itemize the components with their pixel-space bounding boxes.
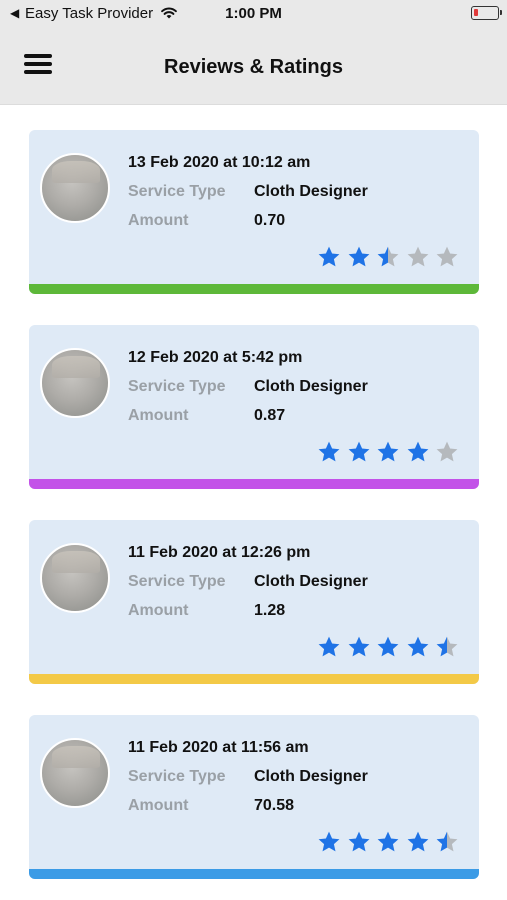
status-bar: ◀ Easy Task Provider 1:00 PM [0,0,507,28]
review-date: 13 Feb 2020 at 10:12 am [128,154,311,171]
star-rating [317,440,467,464]
avatar [40,348,110,418]
star-full-icon [317,635,341,659]
amount-label: Amount [128,797,189,814]
card-color-strip [29,479,479,489]
service-type-label: Service Type [128,183,226,200]
star-full-icon [406,635,430,659]
amount-label: Amount [128,212,189,229]
amount-value: 0.87 [254,407,286,424]
card-color-strip [29,284,479,294]
amount-value: 0.70 [254,212,286,229]
star-full-icon [347,830,371,854]
review-date: 11 Feb 2020 at 11:56 am [128,739,309,756]
star-full-icon [347,440,371,464]
star-empty-icon [435,245,459,269]
star-full-icon [347,245,371,269]
amount-value: 1.28 [254,602,286,619]
review-card[interactable]: 11 Feb 2020 at 12:26 pm Service Type Clo… [29,520,479,684]
star-full-icon [347,635,371,659]
review-card[interactable]: 12 Feb 2020 at 5:42 pm Service Type Clot… [29,325,479,489]
service-type-value: Cloth Designer [254,573,368,590]
star-rating [317,245,467,269]
service-type-value: Cloth Designer [254,183,368,200]
amount-label: Amount [128,602,189,619]
star-full-icon [376,830,400,854]
page-title: Reviews & Ratings [164,56,343,78]
amount-label: Amount [128,407,189,424]
review-date: 12 Feb 2020 at 5:42 pm [128,349,303,366]
star-rating [317,635,467,659]
star-half-icon [435,830,459,854]
star-full-icon [376,440,400,464]
star-rating [317,830,467,854]
nav-bar: Reviews & Ratings [0,28,507,105]
card-color-strip [29,869,479,879]
service-type-value: Cloth Designer [254,378,368,395]
amount-value: 70.58 [254,797,295,814]
service-type-value: Cloth Designer [254,768,368,785]
avatar [40,153,110,223]
review-card[interactable]: 13 Feb 2020 at 10:12 am Service Type Clo… [29,130,479,294]
review-date: 11 Feb 2020 at 12:26 pm [128,544,311,561]
star-full-icon [317,440,341,464]
star-full-icon [317,245,341,269]
battery-level [474,9,478,16]
star-empty-icon [406,245,430,269]
star-full-icon [317,830,341,854]
star-full-icon [376,635,400,659]
avatar [40,543,110,613]
service-type-label: Service Type [128,378,226,395]
card-color-strip [29,674,479,684]
review-card[interactable]: 11 Feb 2020 at 11:56 am Service Type Clo… [29,715,479,879]
star-empty-icon [435,440,459,464]
battery-icon [471,6,502,20]
avatar [40,738,110,808]
status-time: 1:00 PM [225,5,282,22]
service-type-label: Service Type [128,768,226,785]
service-type-label: Service Type [128,573,226,590]
star-half-icon [435,635,459,659]
star-full-icon [406,440,430,464]
star-half-icon [376,245,400,269]
review-list[interactable]: 13 Feb 2020 at 10:12 am Service Type Clo… [29,130,479,900]
star-full-icon [406,830,430,854]
